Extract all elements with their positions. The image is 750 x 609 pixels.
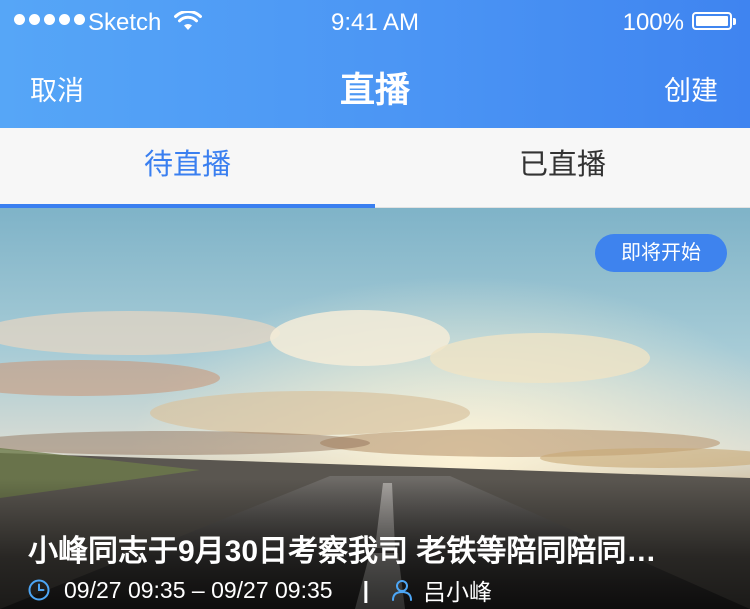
tab-finished[interactable]: 已直播 [375,128,750,208]
status-bar: Sketch 9:41 AM 100% [0,0,750,44]
live-time-range: 09/27 09:35 – 09/27 09:35 [64,576,333,603]
clock-icon [28,579,50,601]
meta-separator: | [362,576,370,603]
create-button[interactable]: 创建 [664,69,718,108]
battery-percent: 100% [622,9,684,36]
tab-upcoming[interactable]: 待直播 [0,128,375,208]
page-title: 直播 [339,71,410,110]
status-badge: 即将开始 [595,234,727,272]
user-icon [392,580,413,601]
live-title: 小峰同志于9月30日考察我司 老铁等陪同陪同… [28,535,657,568]
nav-bar: 取消 直播 创建 [0,44,750,128]
battery-icon [692,12,738,32]
app-header: Sketch 9:41 AM 100% 取消 直播 创建 [0,0,750,128]
live-card[interactable]: 即将开始 小峰同志于9月30日考察我司 老铁等陪同陪同… 09/27 09:35… [0,208,750,609]
live-meta: 09/27 09:35 – 09/27 09:35 | 吕小峰 [28,576,493,605]
host-name: 吕小峰 [423,579,493,605]
tab-bar: 待直播 已直播 [0,128,750,208]
